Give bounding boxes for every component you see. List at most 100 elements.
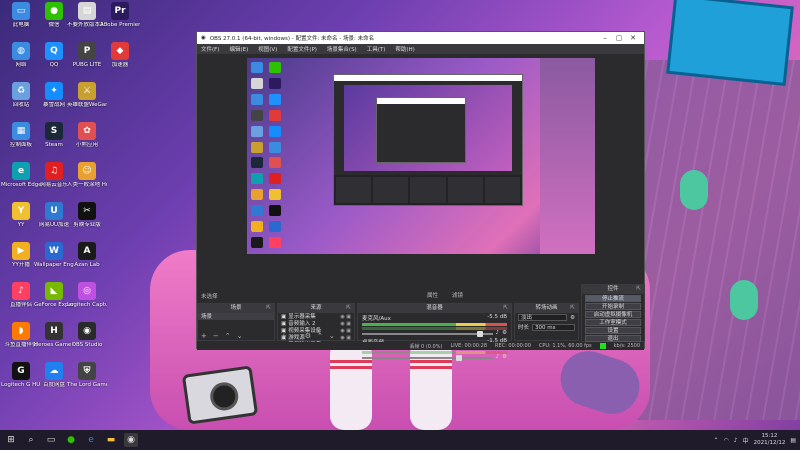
add-icon[interactable]: +	[281, 332, 287, 340]
desktop-icon[interactable]: Pr Adobe Premiere…	[100, 2, 140, 42]
scenes-dock: 场景 ⇱ 场景 + − ⌃ ⌄	[197, 303, 275, 341]
controls-dock: 控件 ⇱ 停止推流 开始录制 启动虚拟摄像机 工作室模式 设置 退出	[581, 284, 645, 342]
app-icon: ♻	[12, 82, 30, 100]
up-icon[interactable]: ⌃	[317, 332, 323, 340]
dock-close-icon[interactable]: ⇱	[503, 304, 508, 313]
obs-titlebar[interactable]: ◉ OBS 27.0.1 (64-bit, windows) - 配置文件: 未…	[197, 32, 644, 44]
notification-icon[interactable]: ▤	[790, 437, 796, 444]
edge-icon[interactable]: e	[84, 433, 98, 447]
remove-icon[interactable]: −	[213, 332, 219, 340]
app-icon: S	[45, 122, 63, 140]
control-button[interactable]: 启动虚拟摄像机	[585, 311, 641, 318]
control-button[interactable]: 退出	[585, 335, 641, 342]
status-item: 丢帧 0 (0.0%)	[409, 343, 443, 350]
desktop-icon[interactable]: ✿ 小熊应用	[68, 122, 106, 162]
down-icon[interactable]: ⌄	[329, 332, 335, 340]
volume-fader[interactable]	[362, 355, 493, 361]
visibility-icon[interactable]: ◉ ▣	[340, 321, 351, 327]
gear-icon[interactable]: ⚙	[502, 330, 507, 336]
desktop-icon[interactable]: ⛨ The Lord Game	[67, 362, 107, 402]
app-icon: ◍	[12, 42, 30, 60]
obs-window[interactable]: ◉ OBS 27.0.1 (64-bit, windows) - 配置文件: 未…	[196, 31, 646, 361]
desktop-icon[interactable]: ✂ 剪映专业版	[68, 202, 106, 242]
source-item[interactable]: ▣ 音频输入 2 ◉ ▣	[278, 320, 354, 327]
app-icon: ▭	[12, 2, 30, 20]
add-icon[interactable]: +	[201, 332, 207, 340]
preview-mini-icon	[268, 77, 281, 89]
dock-close-icon[interactable]: ⇱	[570, 304, 575, 313]
close-icon[interactable]: ✕	[626, 34, 640, 42]
menu-item[interactable]: 场景集合(S)	[327, 45, 357, 53]
windows-icon[interactable]: ⊞	[4, 433, 18, 447]
filters-button[interactable]: 滤镜	[452, 290, 463, 302]
control-button[interactable]: 停止推流	[585, 295, 641, 302]
menu-item[interactable]: 编辑(E)	[229, 45, 248, 53]
volume-fader[interactable]	[362, 331, 493, 337]
app-icon: ▦	[12, 122, 30, 140]
minimize-icon[interactable]: –	[598, 34, 612, 42]
desktop-icon-label: OBS Studio	[71, 342, 103, 348]
clock[interactable]: 15:12 2021/12/12	[754, 433, 786, 447]
preview-mini-icon	[268, 125, 281, 137]
desktop-icon-label: 英雄联盟WeGame版	[67, 102, 107, 108]
desktop-icon[interactable]: ⚔ 英雄联盟WeGame版	[67, 82, 107, 122]
task-view-icon[interactable]: ▭	[44, 433, 58, 447]
app-icon: ◗	[12, 322, 30, 340]
menu-item[interactable]: 视图(V)	[258, 45, 277, 53]
tray-chevron-icon[interactable]: ⌃	[713, 437, 718, 444]
gear-icon[interactable]: ⚙	[305, 332, 311, 340]
search-icon[interactable]: ⌕	[24, 433, 38, 447]
source-type-icon: ▣	[281, 320, 287, 327]
input-language[interactable]: 中	[743, 436, 749, 445]
dock-close-icon[interactable]: ⇱	[346, 304, 351, 313]
volume-icon[interactable]: ♪	[734, 437, 738, 444]
source-label: 显示器采集	[288, 313, 316, 320]
app-icon: ◎	[78, 282, 96, 300]
maximize-icon[interactable]: ▢	[612, 34, 626, 42]
duration-input[interactable]: 300 ms	[532, 323, 575, 331]
obs-icon[interactable]: ◉	[124, 433, 138, 447]
up-icon[interactable]: ⌃	[225, 332, 231, 340]
remove-icon[interactable]: −	[293, 332, 299, 340]
wechat-icon[interactable]: ●	[64, 433, 78, 447]
menu-item[interactable]: 配置文件(P)	[287, 45, 317, 53]
control-button[interactable]: 设置	[585, 327, 641, 334]
visibility-icon[interactable]: ◉ ▣	[340, 314, 351, 320]
scene-item[interactable]: 场景	[198, 313, 274, 320]
menu-item[interactable]: 文件(F)	[201, 45, 219, 53]
network-icon[interactable]: ◠	[724, 437, 729, 444]
properties-button[interactable]: 属性	[427, 290, 438, 302]
explorer-icon[interactable]: ▬	[104, 433, 118, 447]
speaker-icon[interactable]: ♪	[496, 330, 500, 336]
dock-close-icon[interactable]: ⇱	[636, 285, 641, 294]
source-toolbar: 未选择 属性 滤镜	[197, 290, 646, 302]
gear-icon[interactable]: ⚙	[570, 315, 575, 321]
app-icon: P	[78, 42, 96, 60]
obs-preview[interactable]	[247, 58, 595, 254]
source-item[interactable]: ▣ 显示器采集 ◉ ▣	[278, 313, 354, 320]
desktop-icon[interactable]: ☺ 人类一败涂地 Human Fa…	[67, 162, 107, 202]
menu-item[interactable]: 工具(T)	[367, 45, 386, 53]
transition-select[interactable]: 淡出	[518, 314, 568, 321]
desktop-icon[interactable]: ◉ OBS Studio	[68, 322, 106, 362]
desktop-icon[interactable]: A Azan Lab	[68, 242, 106, 282]
fader-knob[interactable]	[476, 331, 483, 337]
fader-knob[interactable]	[455, 355, 462, 361]
desktop-icon-label: 人类一败涂地 Human Fa…	[67, 182, 107, 188]
obs-title: OBS 27.0.1 (64-bit, windows) - 配置文件: 未命名…	[209, 36, 375, 42]
desktop-icon[interactable]: ◆ 加速器	[101, 42, 139, 82]
gear-icon[interactable]: ⚙	[502, 354, 507, 360]
control-button[interactable]: 工作室模式	[585, 319, 641, 326]
app-icon: ▤	[78, 2, 96, 20]
preview-mini-icon	[251, 62, 263, 73]
scenes-title: 场景	[230, 305, 242, 311]
control-button[interactable]: 开始录制	[585, 303, 641, 310]
obs-logo-icon: ◉	[201, 35, 206, 41]
no-source-label: 未选择	[201, 294, 218, 300]
dock-close-icon[interactable]: ⇱	[266, 304, 271, 313]
menu-item[interactable]: 帮助(H)	[395, 45, 414, 53]
down-icon[interactable]: ⌄	[237, 332, 243, 340]
app-icon: Q	[45, 42, 63, 60]
desktop-icon[interactable]: ◎ Logitech Capture	[67, 282, 107, 322]
speaker-icon[interactable]: ♪	[496, 354, 500, 360]
